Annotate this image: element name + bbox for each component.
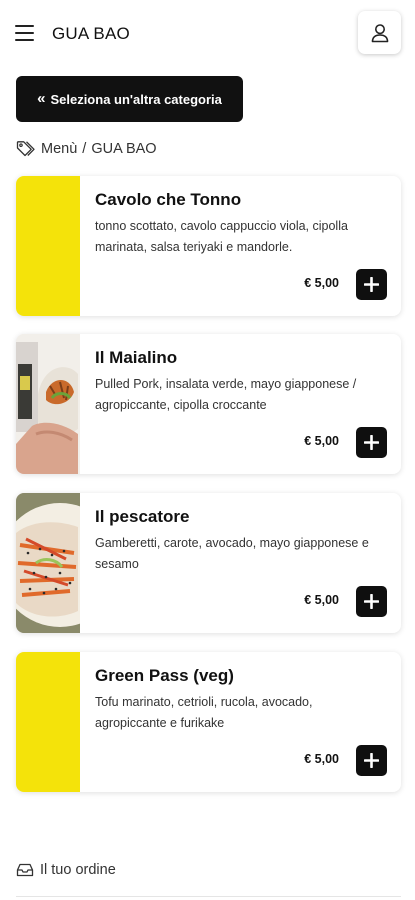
user-icon	[371, 23, 388, 42]
your-order-link[interactable]: Il tuo ordine	[16, 862, 116, 878]
product-image-placeholder	[16, 176, 80, 316]
product-price: € 5,00	[304, 752, 339, 766]
brand-title: GUA BAO	[52, 24, 130, 43]
select-other-category-button[interactable]: « Seleziona un'altra categoria	[16, 76, 243, 122]
double-chevron-left-icon: «	[37, 89, 46, 107]
select-other-category-label: Seleziona un'altra categoria	[50, 91, 222, 107]
breadcrumb-menu-link[interactable]: Menù	[41, 141, 77, 157]
user-account-button[interactable]	[358, 11, 401, 54]
product-name: Il Maialino	[95, 348, 178, 367]
breadcrumb-separator: /	[82, 141, 87, 157]
product-description: tonno scottato, cavolo cappuccio viola, …	[95, 219, 348, 254]
product-description: Tofu marinato, cetrioli, rucola, avocado…	[95, 695, 313, 730]
tray-icon	[16, 863, 34, 877]
product-price: € 5,00	[304, 593, 339, 607]
product-card[interactable]: Cavolo che Tonno tonno scottato, cavolo …	[16, 176, 401, 316]
product-price: € 5,00	[304, 276, 339, 290]
add-to-order-button[interactable]	[356, 269, 387, 300]
product-name: Il pescatore	[95, 507, 190, 526]
breadcrumb: Menù / GUA BAO	[16, 139, 157, 159]
product-card[interactable]: Il pescatore Gamberetti, carote, avocado…	[16, 493, 401, 633]
plus-icon	[364, 435, 379, 450]
product-name: Cavolo che Tonno	[95, 190, 242, 209]
product-name: Green Pass (veg)	[95, 666, 234, 685]
product-photo	[16, 493, 122, 633]
footer-divider	[16, 896, 401, 897]
product-image-placeholder	[16, 652, 80, 792]
plus-icon	[364, 594, 379, 609]
add-to-order-button[interactable]	[356, 745, 387, 776]
your-order-label: Il tuo ordine	[40, 862, 116, 878]
plus-icon	[364, 753, 379, 768]
breadcrumb-current: GUA BAO	[91, 141, 157, 157]
product-photo	[16, 334, 80, 474]
plus-icon	[364, 277, 379, 292]
top-header: GUA BAO	[0, 0, 415, 66]
product-description: Gamberetti, carote, avocado, mayo giappo…	[95, 536, 369, 571]
product-card[interactable]: Green Pass (veg) Tofu marinato, cetrioli…	[16, 652, 401, 792]
product-price: € 5,00	[304, 434, 339, 448]
add-to-order-button[interactable]	[356, 586, 387, 617]
add-to-order-button[interactable]	[356, 427, 387, 458]
product-description: Pulled Pork, insalata verde, mayo giappo…	[95, 377, 357, 412]
product-card[interactable]: Il Maialino Pulled Pork, insalata verde,…	[16, 334, 401, 474]
hamburger-icon[interactable]	[15, 25, 35, 42]
tag-icon	[16, 141, 35, 157]
